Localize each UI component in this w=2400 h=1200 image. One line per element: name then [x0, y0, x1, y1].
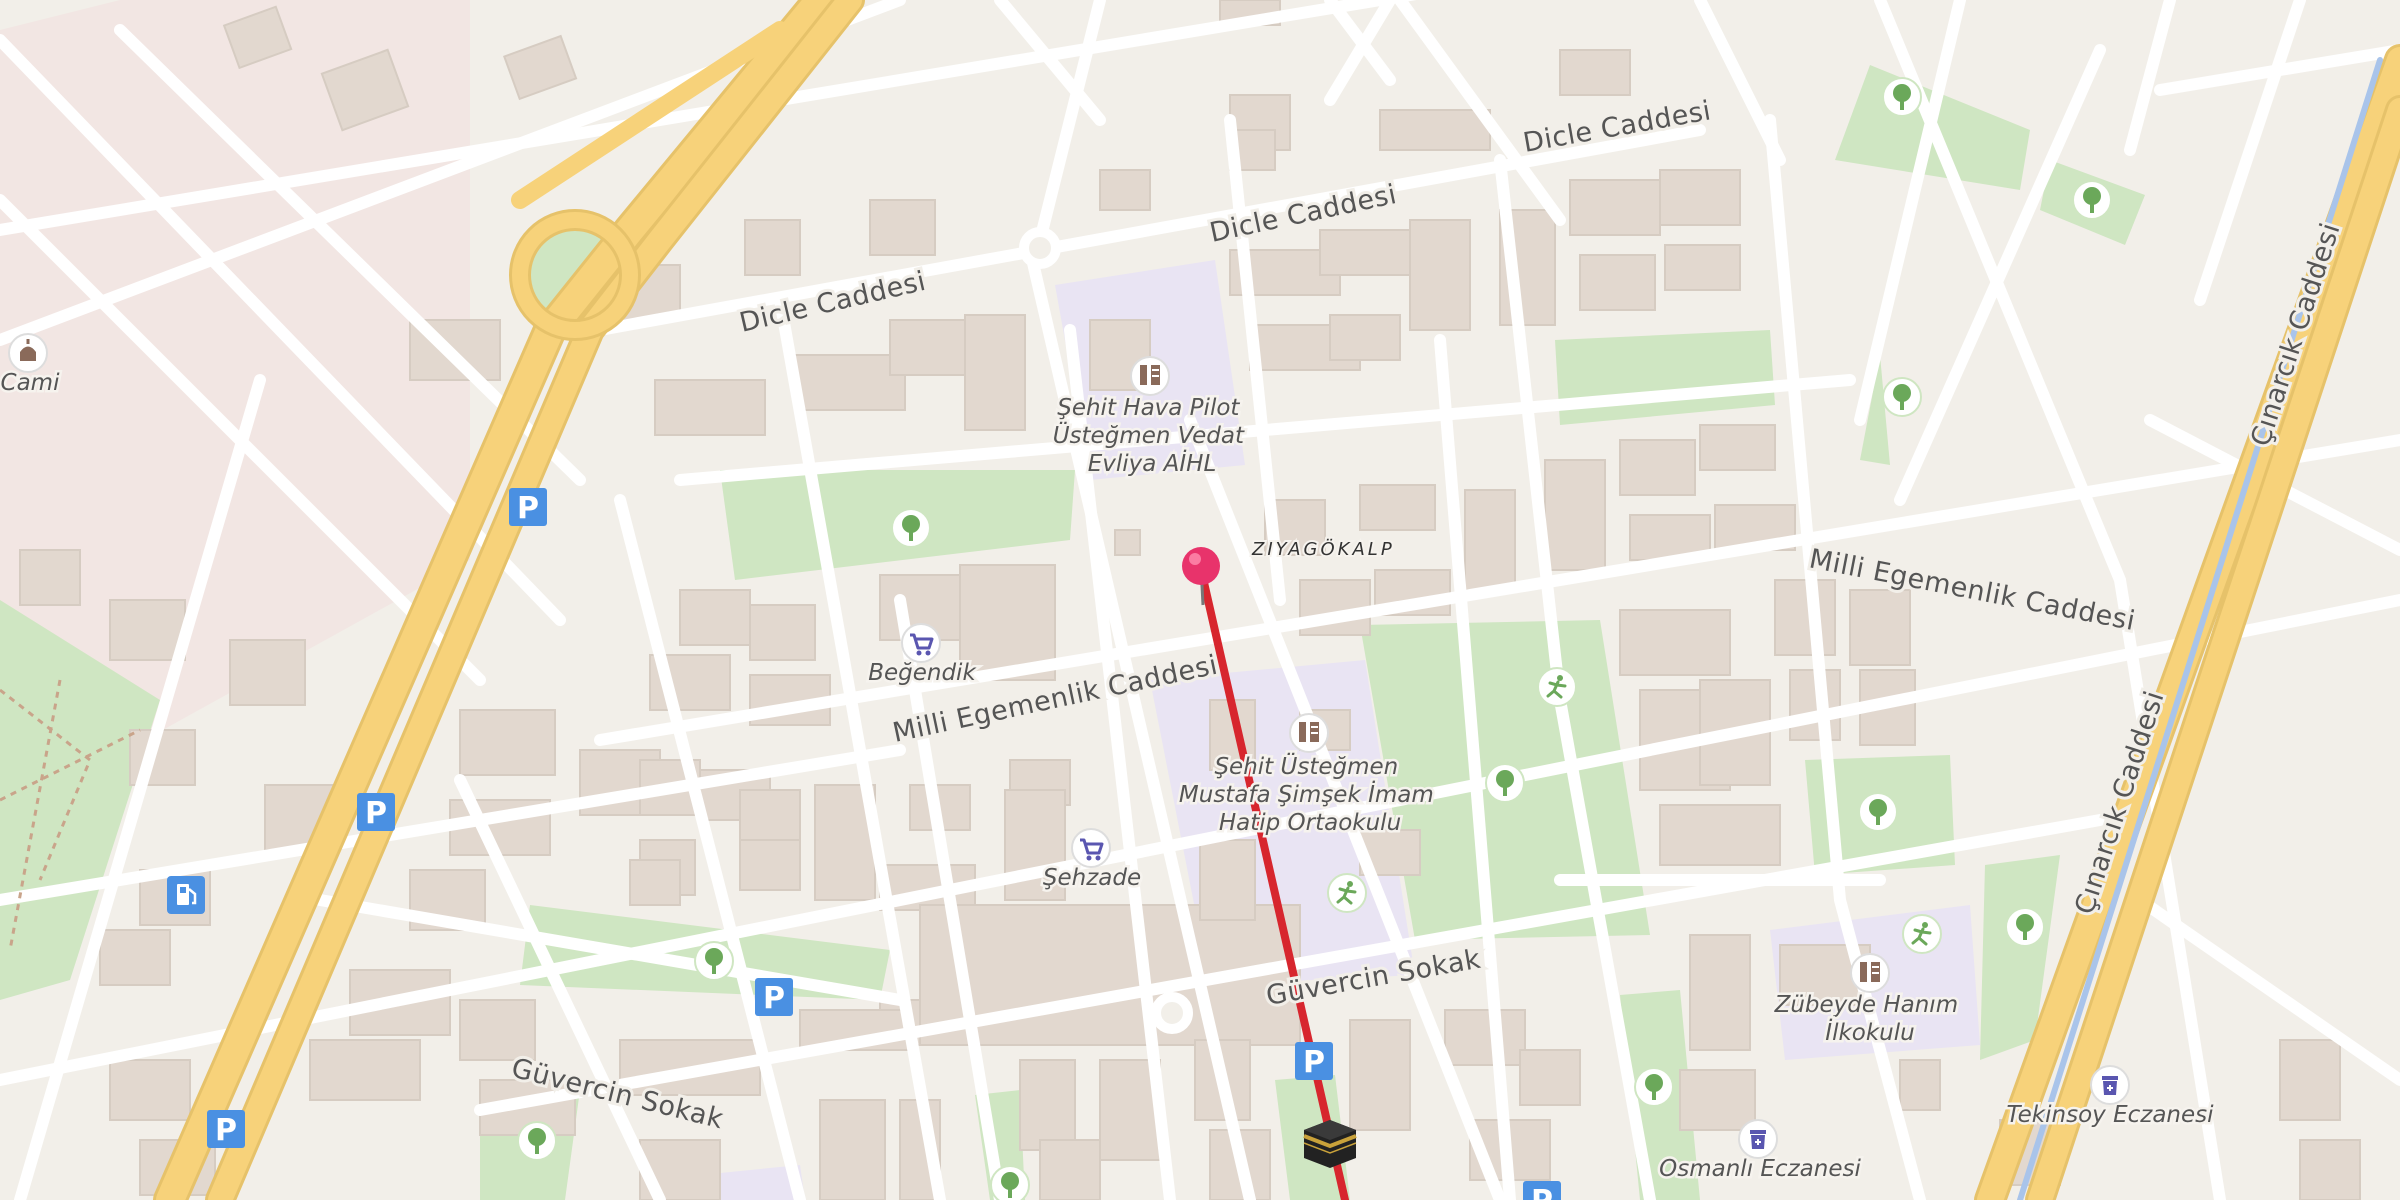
park-tree-icon: [1858, 792, 1898, 832]
sports-pitch-icon: [1327, 873, 1367, 913]
pharmacy-icon: [2090, 1065, 2130, 1105]
tree-icons[interactable]: [517, 77, 2112, 1200]
shopping-cart-icon: [901, 623, 941, 663]
parking-icon: P: [207, 1110, 245, 1148]
pharmacy-icon: [1738, 1119, 1778, 1159]
location-pin-marker[interactable]: [1182, 547, 1220, 606]
parking-icon: P: [1523, 1181, 1561, 1200]
parking-icons[interactable]: P P P P P P: [207, 488, 1561, 1200]
school-icon: [1850, 953, 1890, 993]
pharmacy-icons[interactable]: [1738, 1065, 2130, 1159]
map-canvas[interactable]: Dicle Caddesi Dicle Caddesi Dicle Caddes…: [0, 0, 2400, 1200]
svg-text:P: P: [1303, 1045, 1325, 1080]
park-tree-icon: [891, 508, 931, 548]
map-icons: P P P P P P: [8, 77, 2130, 1200]
shop-icons[interactable]: [901, 623, 1111, 868]
school-icons[interactable]: [1130, 356, 1890, 993]
sports-icons[interactable]: [1327, 667, 1942, 954]
park-tree-icon: [694, 941, 734, 981]
parking-icon: P: [755, 978, 793, 1016]
shopping-cart-icon: [1071, 828, 1111, 868]
school-icon: [1130, 356, 1170, 396]
kaaba-icon[interactable]: [1303, 1120, 1357, 1168]
parking-icon: P: [357, 793, 395, 831]
park-tree-icon: [1634, 1067, 1674, 1107]
park-tree-icon: [2072, 180, 2112, 220]
park-tree-icon: [1485, 763, 1525, 803]
svg-text:P: P: [1531, 1184, 1553, 1200]
park-tree-icon: [1882, 377, 1922, 417]
school-icon: [1289, 713, 1329, 753]
svg-text:P: P: [365, 796, 387, 831]
park-tree-icon: [517, 1121, 557, 1161]
svg-text:P: P: [517, 491, 539, 526]
park-tree-icon: [2005, 907, 2045, 947]
sports-pitch-icon: [1537, 667, 1577, 707]
fuel-station-icon[interactable]: [167, 876, 205, 914]
mosque-icon[interactable]: [8, 333, 48, 373]
svg-text:P: P: [215, 1113, 237, 1148]
park-tree-icon: [990, 1165, 1030, 1200]
parking-icon: P: [509, 488, 547, 526]
park-tree-icon: [1882, 77, 1922, 117]
sports-pitch-icon: [1902, 914, 1942, 954]
parking-icon: P: [1295, 1042, 1333, 1080]
svg-text:P: P: [763, 981, 785, 1016]
